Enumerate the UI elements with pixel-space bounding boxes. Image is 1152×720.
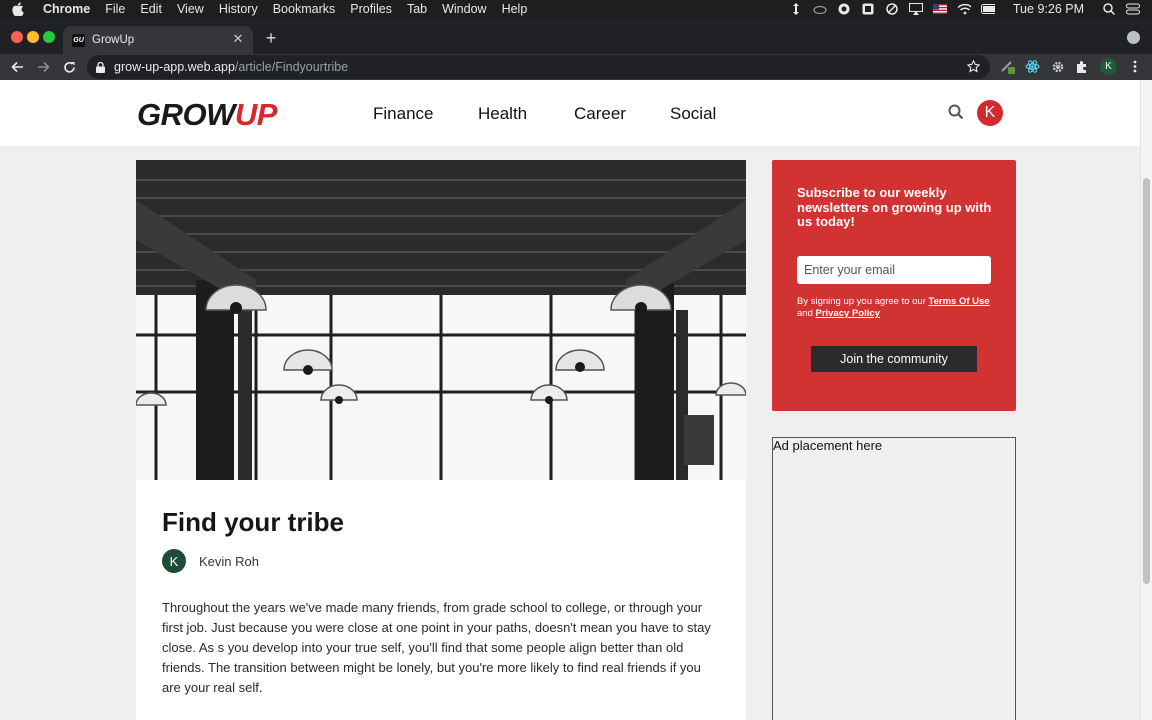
article-body: Throughout the years we've made many fri… (162, 600, 711, 695)
newsletter-heading: Subscribe to our weekly newsletters on g… (797, 185, 992, 229)
forward-arrow-icon[interactable] (35, 59, 51, 75)
page-scrollbar[interactable] (1140, 80, 1152, 720)
browser-tab-growup[interactable]: GU GrowUp ✕ (63, 26, 253, 54)
flag-icon[interactable] (932, 3, 947, 15)
menu-app-name[interactable]: Chrome (43, 2, 90, 16)
extensions-puzzle-icon[interactable] (1075, 59, 1090, 74)
tab-close-icon[interactable]: ✕ (231, 32, 245, 46)
user-avatar[interactable]: K (977, 100, 1003, 126)
menubar-clock[interactable]: Tue 9:26 PM (1013, 2, 1084, 16)
terms-prefix: By signing up you agree to our (797, 296, 929, 307)
zoom-window-button[interactable] (43, 31, 55, 43)
tab-search-icon[interactable] (1127, 31, 1140, 44)
close-window-button[interactable] (11, 31, 23, 43)
arrows-icon[interactable] (789, 3, 803, 15)
status-area: Tue 9:26 PM (789, 0, 1140, 18)
nav-social[interactable]: Social (670, 104, 716, 124)
newsletter-terms: By signing up you agree to our Terms Of … (797, 296, 997, 320)
article-hero-image (136, 160, 746, 480)
growup-favicon-icon: GU (72, 33, 85, 47)
newsletter-email-input[interactable] (797, 256, 991, 284)
ad-placement: Ad placement here (772, 437, 1016, 720)
terms-and: and (797, 308, 816, 319)
ad-label: Ad placement here (773, 438, 883, 453)
record-icon[interactable] (837, 3, 851, 15)
logo-accent-text: UP (234, 97, 278, 132)
minimize-window-button[interactable] (27, 31, 39, 43)
menu-profiles[interactable]: Profiles (350, 2, 392, 16)
article-card: Find your tribe K Kevin Roh Throughout t… (136, 160, 746, 720)
extension-pen-icon[interactable] (1000, 59, 1015, 74)
menu-help[interactable]: Help (502, 2, 528, 16)
growup-logo[interactable]: GROWUP (137, 98, 277, 132)
menu-history[interactable]: History (219, 2, 258, 16)
search-icon[interactable] (1102, 3, 1116, 15)
airplay-icon[interactable] (908, 3, 923, 15)
bookmark-star-icon[interactable] (966, 59, 981, 76)
menu-file[interactable]: File (105, 2, 125, 16)
site-header: GROWUP Finance Health Career Social K (0, 80, 1140, 146)
menu-tab[interactable]: Tab (407, 2, 427, 16)
tab-title: GrowUp (92, 34, 135, 46)
cloud-icon[interactable] (813, 3, 827, 15)
author-name[interactable]: Kevin Roh (199, 554, 259, 569)
macos-menubar: Chrome File Edit View History Bookmarks … (0, 0, 1152, 18)
browser-tab-strip: GU GrowUp ✕ + (0, 18, 1152, 54)
block-icon[interactable] (885, 3, 899, 15)
url-path: /article/Findyourtribe (234, 60, 349, 74)
new-tab-icon[interactable]: + (262, 29, 280, 47)
back-arrow-icon[interactable] (9, 59, 25, 75)
address-bar[interactable]: grow-up-app.web.app/article/Findyourtrib… (87, 55, 990, 79)
nav-health[interactable]: Health (478, 104, 527, 124)
scrollbar-thumb[interactable] (1143, 178, 1150, 584)
apple-icon[interactable] (12, 2, 25, 16)
reload-icon[interactable] (61, 59, 77, 75)
menu-window[interactable]: Window (442, 2, 486, 16)
square-icon[interactable] (861, 3, 875, 15)
author-avatar[interactable]: K (162, 549, 186, 573)
article-title: Find your tribe (162, 507, 344, 537)
browser-profile-avatar[interactable]: K (1100, 58, 1117, 75)
join-community-button[interactable]: Join the community (811, 346, 977, 372)
lock-icon[interactable] (96, 61, 106, 73)
browser-menu-icon[interactable] (1127, 59, 1142, 74)
article-author: K Kevin Roh (162, 549, 259, 573)
menu-view[interactable]: View (177, 2, 204, 16)
extension-react-icon[interactable] (1025, 59, 1040, 74)
nav-finance[interactable]: Finance (373, 104, 433, 124)
menu-edit[interactable]: Edit (140, 2, 162, 16)
battery-icon[interactable] (980, 3, 995, 15)
wifi-icon[interactable] (957, 3, 971, 15)
browser-toolbar: grow-up-app.web.app/article/Findyourtrib… (0, 54, 1152, 80)
terms-of-use-link[interactable]: Terms Of Use (929, 296, 990, 307)
site-search-icon[interactable] (948, 104, 966, 122)
logo-main-text: GROW (137, 97, 235, 132)
newsletter-signup: Subscribe to our weekly newsletters on g… (772, 160, 1016, 411)
nav-career[interactable]: Career (574, 104, 626, 124)
url-host: grow-up-app.web.app (114, 60, 235, 74)
extension-gear-icon[interactable] (1050, 59, 1065, 74)
control-center-icon[interactable] (1126, 3, 1140, 15)
menu-bookmarks[interactable]: Bookmarks (273, 2, 336, 16)
privacy-policy-link[interactable]: Privacy Policy (816, 308, 880, 319)
